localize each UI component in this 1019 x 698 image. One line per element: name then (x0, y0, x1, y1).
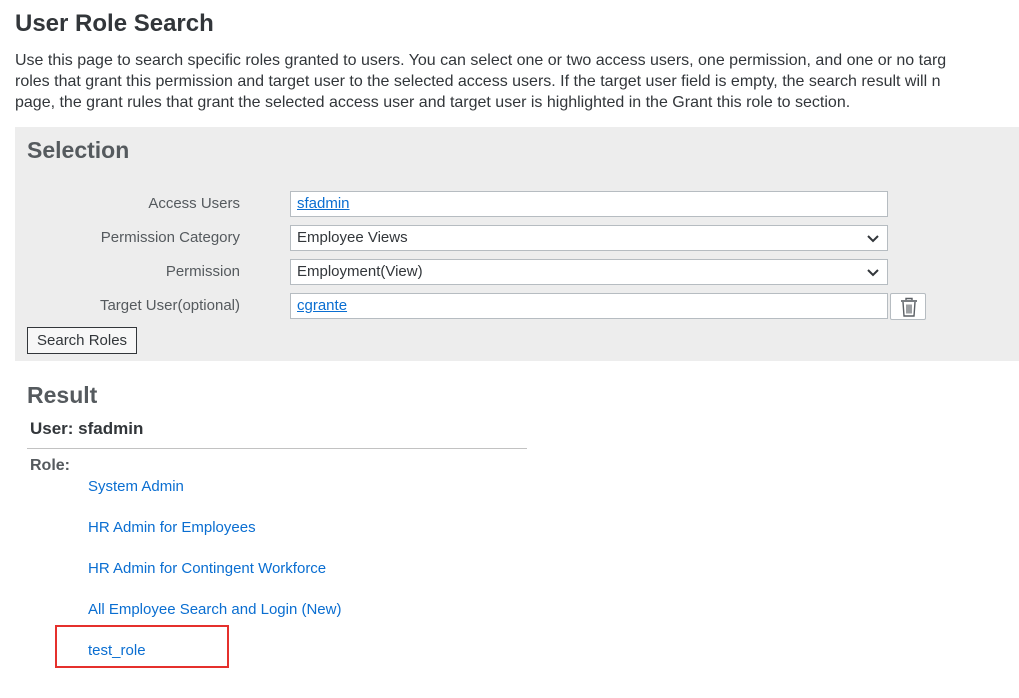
permission-category-select[interactable]: Employee Views (290, 225, 888, 251)
result-user-heading: User: sfadmin (30, 419, 144, 438)
role-link-hr-admin-employees[interactable]: HR Admin for Employees (88, 519, 256, 536)
description-line: roles that grant this permission and tar… (15, 73, 941, 90)
chevron-down-icon[interactable] (865, 229, 881, 247)
page-description: Use this page to search specific roles g… (15, 50, 1019, 113)
page-title: User Role Search (15, 10, 214, 37)
permission-category-label: Permission Category (100, 229, 240, 246)
chevron-down-icon[interactable] (865, 263, 881, 281)
description-line: page, the grant rules that grant the sel… (15, 94, 851, 111)
divider (27, 448, 527, 449)
highlight-annotation-box (55, 625, 229, 668)
target-user-label: Target User(optional) (99, 297, 240, 314)
search-roles-button[interactable]: Search Roles (27, 327, 138, 354)
permission-category-value: Employee Views (297, 229, 408, 246)
user-role-search-page: User Role Search Use this page to search… (0, 0, 1019, 698)
selection-title: Selection (27, 137, 130, 163)
access-user-link[interactable]: sfadmin (297, 195, 350, 212)
role-link-system-admin[interactable]: System Admin (88, 478, 184, 495)
description-line: Use this page to search specific roles g… (15, 52, 947, 69)
permission-label: Permission (165, 263, 240, 280)
target-user-field[interactable]: cgrante (290, 293, 888, 319)
access-users-label: Access Users (148, 195, 240, 212)
permission-value: Employment(View) (297, 263, 423, 280)
target-user-link[interactable]: cgrante (297, 297, 347, 314)
permission-select[interactable]: Employment(View) (290, 259, 888, 285)
selection-panel: Selection Access Users sfadmin Permissio… (15, 127, 1019, 361)
result-title: Result (27, 382, 98, 408)
role-link-all-employee-search[interactable]: All Employee Search and Login (New) (88, 601, 341, 618)
access-users-field[interactable]: sfadmin (290, 191, 888, 217)
role-link-hr-admin-contingent[interactable]: HR Admin for Contingent Workforce (88, 560, 326, 577)
trash-icon (901, 297, 917, 317)
role-label: Role: (30, 457, 70, 474)
clear-target-user-button[interactable] (890, 293, 926, 320)
